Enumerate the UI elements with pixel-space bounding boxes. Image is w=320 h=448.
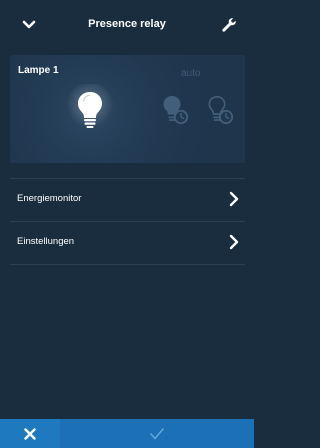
page-title: Presence relay — [88, 18, 166, 30]
device-name: Lampe 1 — [18, 65, 59, 76]
settings-button[interactable] — [216, 12, 242, 38]
action-bar — [0, 419, 254, 448]
chevron-down-icon — [22, 20, 36, 29]
checkmark-icon — [150, 427, 164, 439]
auto-mode-label[interactable]: auto — [181, 68, 200, 79]
chevron-right-icon — [229, 191, 239, 207]
menu-item-label: Energiemonitor — [17, 193, 82, 204]
device-card: Lampe 1 auto — [10, 55, 245, 163]
lightbulb-timer-icon — [163, 96, 189, 125]
menu-item-energiemonitor[interactable]: Energiemonitor — [10, 178, 245, 221]
menu-item-einstellungen[interactable]: Einstellungen — [10, 221, 245, 265]
menu-list: Energiemonitor Einstellungen — [10, 178, 245, 265]
back-button[interactable] — [16, 12, 42, 38]
lightbulb-on-icon — [66, 82, 114, 130]
bulb-on-button[interactable] — [65, 82, 115, 134]
cancel-button[interactable] — [0, 419, 60, 448]
bulb-timer-on-button[interactable] — [161, 94, 191, 128]
menu-item-label: Einstellungen — [17, 236, 75, 247]
lightbulb-outline-timer-icon — [208, 95, 234, 125]
bulb-timer-off-button[interactable] — [206, 94, 236, 128]
close-icon — [24, 427, 36, 440]
confirm-button[interactable] — [60, 419, 254, 448]
chevron-right-icon — [229, 234, 239, 250]
presence-relay-screen: Presence relay Lampe 1 auto Energiemonit… — [0, 0, 254, 448]
wrench-icon — [222, 18, 236, 32]
header-bar: Presence relay — [0, 0, 254, 50]
